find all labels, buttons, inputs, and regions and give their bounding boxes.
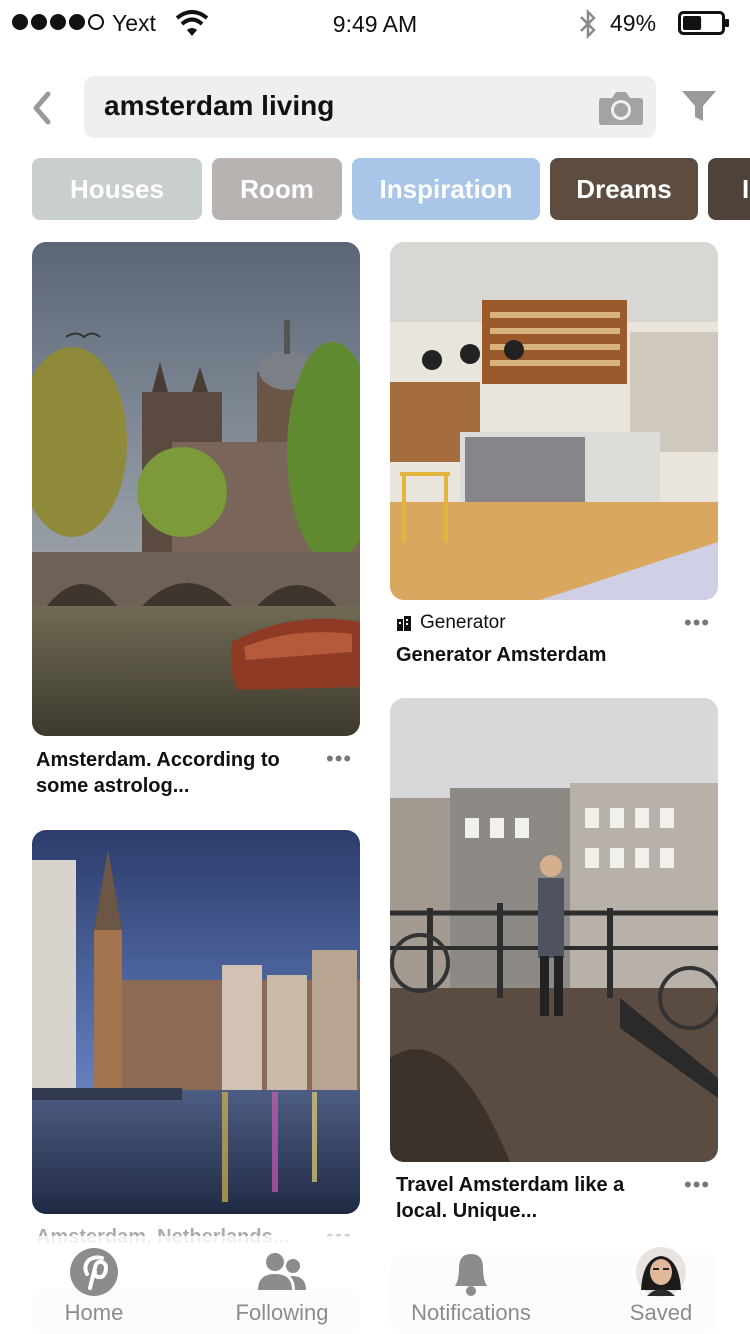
bluetooth-icon: [580, 9, 596, 39]
pinterest-logo-icon: [70, 1248, 118, 1296]
tab-notifications[interactable]: Notifications: [396, 1246, 546, 1326]
tab-following[interactable]: Following: [222, 1246, 342, 1326]
chip-dreams[interactable]: Dreams: [550, 158, 698, 220]
interior-photo: [390, 242, 718, 600]
chip-inspiration[interactable]: Inspiration: [352, 158, 540, 220]
tab-bar: Home Following Notifications Saved: [0, 1236, 750, 1334]
search-input[interactable]: amsterdam living: [84, 76, 656, 138]
canal-photo: [32, 242, 360, 736]
chevron-left-icon[interactable]: [28, 88, 56, 128]
filter-icon[interactable]: [680, 88, 718, 124]
tab-saved-label: Saved: [629, 1300, 693, 1325]
tab-notifications-label: Notifications: [411, 1300, 531, 1325]
pin-image-bridge-woman[interactable]: [390, 698, 718, 1162]
status-bar: Yext 9:49 AM 49%: [0, 0, 750, 48]
pin-image-generator[interactable]: [390, 242, 718, 600]
guided-search-chips: Houses Room Inspiration Dreams I: [32, 158, 750, 220]
battery-icon: [678, 11, 729, 35]
pin-source-name: Generator: [420, 612, 506, 633]
tab-following-label: Following: [235, 1300, 329, 1325]
tab-saved[interactable]: Saved: [616, 1246, 706, 1326]
people-icon: [258, 1253, 306, 1290]
pin-source[interactable]: Generator: [396, 612, 506, 634]
pin-image-canal-dusk[interactable]: [32, 830, 360, 1214]
tab-home-label: Home: [64, 1300, 124, 1325]
avatar: [636, 1247, 686, 1297]
camera-icon[interactable]: [598, 88, 644, 126]
more-options-icon[interactable]: •••: [684, 610, 710, 636]
chip-room[interactable]: Room: [212, 158, 342, 220]
pin-caption[interactable]: Travel Amsterdam like a local. Unique...: [396, 1172, 666, 1224]
bell-icon: [455, 1254, 487, 1296]
building-icon: [397, 616, 411, 631]
battery-percent: 49%: [610, 10, 657, 36]
pin-image-canal-church[interactable]: [32, 242, 360, 736]
tab-home[interactable]: Home: [42, 1246, 146, 1326]
chip-houses[interactable]: Houses: [32, 158, 202, 220]
pin-caption[interactable]: Amsterdam. According to some astrolog...: [36, 747, 316, 799]
dusk-photo: [32, 830, 360, 1214]
pin-caption[interactable]: Generator Amsterdam: [396, 642, 696, 668]
more-options-icon[interactable]: •••: [326, 746, 352, 772]
more-options-icon[interactable]: •••: [684, 1172, 710, 1198]
chip-next[interactable]: I: [708, 158, 750, 220]
bridge-photo: [390, 698, 718, 1162]
search-query[interactable]: amsterdam living: [104, 90, 334, 122]
